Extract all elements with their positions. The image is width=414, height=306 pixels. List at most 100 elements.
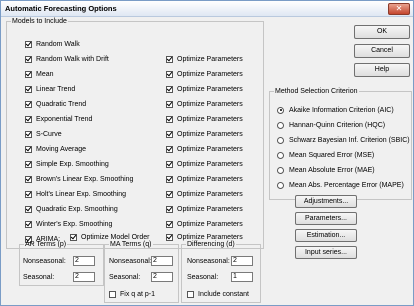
optimize-parameters-label: Optimize Parameters: [177, 160, 243, 168]
criterion-radio[interactable]: Mean Abs. Percentage Error (MAPE): [277, 180, 404, 190]
optimize-parameters-label: Optimize Parameters: [177, 55, 243, 63]
adjustments-button[interactable]: Adjustments...: [295, 195, 357, 208]
close-button[interactable]: ✕: [388, 3, 410, 15]
model-checkbox[interactable]: Quadratic Exp. Smoothing: [25, 204, 118, 214]
model-checkbox-box: [25, 70, 32, 78]
ar-nonseasonal-label: Nonseasonal:: [23, 258, 66, 265]
include-constant-checkbox[interactable]: Include constant: [187, 289, 249, 299]
optimize-parameters-label: Optimize Parameters: [177, 205, 243, 213]
input-series-button[interactable]: Input series...: [295, 246, 357, 259]
model-checkbox-box: [25, 40, 32, 48]
criterion-radio-dot: [277, 106, 284, 114]
optimize-parameters-box: [166, 130, 173, 138]
help-button[interactable]: Help: [354, 63, 410, 77]
ma-nonseasonal-input[interactable]: 2: [151, 256, 173, 266]
criterion-radio-dot: [277, 181, 284, 189]
model-label: Linear Trend: [36, 85, 76, 93]
ar-nonseasonal-input[interactable]: 2: [73, 256, 95, 266]
model-checkbox[interactable]: Moving Average: [25, 144, 86, 154]
criterion-radio[interactable]: Mean Squared Error (MSE): [277, 150, 374, 160]
optimize-parameters-checkbox[interactable]: Optimize Parameters: [166, 144, 243, 154]
include-constant-label: Include constant: [198, 290, 249, 298]
optimize-parameters-checkbox[interactable]: Optimize Parameters: [166, 159, 243, 169]
optimize-parameters-label: Optimize Parameters: [177, 70, 243, 78]
fix-q-checkbox[interactable]: Fix q at p-1: [109, 289, 155, 299]
optimize-parameters-checkbox[interactable]: Optimize Parameters: [166, 219, 243, 229]
criterion-radio[interactable]: Akaike Information Criterion (AIC): [277, 105, 394, 115]
optimize-parameters-box: [166, 100, 173, 108]
model-checkbox-box: [25, 55, 32, 63]
model-label: Winter's Exp. Smoothing: [36, 220, 113, 228]
model-checkbox[interactable]: Exponential Trend: [25, 114, 92, 124]
optimize-parameters-box: [166, 220, 173, 228]
ar-seasonal-input[interactable]: 2: [73, 272, 95, 282]
criterion-radio[interactable]: Mean Absolute Error (MAE): [277, 165, 375, 175]
model-checkbox[interactable]: Brown's Linear Exp. Smoothing: [25, 174, 133, 184]
optimize-parameters-box: [166, 145, 173, 153]
model-checkbox-box: [25, 160, 32, 168]
optimize-parameters-label: Optimize Parameters: [177, 175, 243, 183]
model-label: Random Walk with Drift: [36, 55, 109, 63]
model-checkbox-box: [25, 130, 32, 138]
diff-seasonal-input[interactable]: 1: [231, 272, 253, 282]
optimize-parameters-box: [166, 70, 173, 78]
model-checkbox[interactable]: Random Walk with Drift: [25, 54, 109, 64]
criterion-label: Mean Squared Error (MSE): [289, 151, 375, 159]
model-label: Quadratic Trend: [36, 100, 87, 108]
diff-nonseasonal-input[interactable]: 2: [231, 256, 253, 266]
ar-seasonal-label: Seasonal:: [23, 274, 55, 281]
optimize-parameters-checkbox[interactable]: Optimize Parameters: [166, 84, 243, 94]
optimize-parameters-checkbox[interactable]: Optimize Parameters: [166, 189, 243, 199]
optimize-parameters-checkbox[interactable]: Optimize Parameters: [166, 99, 243, 109]
model-checkbox[interactable]: S-Curve: [25, 129, 62, 139]
model-checkbox-box: [25, 100, 32, 108]
model-checkbox[interactable]: Winter's Exp. Smoothing: [25, 219, 112, 229]
fix-q-label: Fix q at p-1: [120, 290, 156, 298]
model-checkbox-box: [25, 175, 32, 183]
optimize-parameters-checkbox[interactable]: Optimize Parameters: [166, 129, 243, 139]
ar-terms-legend: AR Terms (p): [25, 241, 67, 248]
criterion-label: Mean Abs. Percentage Error (MAPE): [289, 181, 404, 189]
optimize-parameters-checkbox[interactable]: Optimize Parameters: [166, 69, 243, 79]
criterion-radio[interactable]: Hannan-Quinn Criterion (HQC): [277, 120, 385, 130]
optimize-parameters-box: [166, 175, 173, 183]
criterion-radio[interactable]: Schwarz Bayesian Inf. Criterion (SBIC): [277, 135, 410, 145]
criterion-label: Akaike Information Criterion (AIC): [289, 106, 394, 114]
model-checkbox[interactable]: Linear Trend: [25, 84, 75, 94]
model-label: Holt's Linear Exp. Smoothing: [36, 190, 127, 198]
ma-seasonal-input[interactable]: 2: [151, 272, 173, 282]
optimize-parameters-checkbox[interactable]: Optimize Parameters: [166, 204, 243, 214]
optimize-parameters-checkbox[interactable]: Optimize Parameters: [166, 114, 243, 124]
model-checkbox-box: [25, 85, 32, 93]
ok-button[interactable]: OK: [354, 25, 410, 39]
optimize-parameters-checkbox[interactable]: Optimize Parameters: [166, 54, 243, 64]
optimize-parameters-label: Optimize Parameters: [177, 190, 243, 198]
model-checkbox[interactable]: Mean: [25, 69, 54, 79]
model-label: Exponential Trend: [36, 115, 93, 123]
fix-q-box: [109, 290, 116, 298]
optimize-parameters-box: [166, 190, 173, 198]
model-checkbox-box: [25, 190, 32, 198]
model-checkbox[interactable]: Simple Exp. Smoothing: [25, 159, 109, 169]
criterion-label: Schwarz Bayesian Inf. Criterion (SBIC): [289, 136, 410, 144]
model-checkbox[interactable]: Random Walk: [25, 39, 80, 49]
include-constant-box: [187, 290, 194, 298]
window-title: Automatic Forecasting Options: [5, 4, 117, 13]
parameters-button[interactable]: Parameters...: [295, 212, 357, 225]
model-label: Quadratic Exp. Smoothing: [36, 205, 118, 213]
estimation-button[interactable]: Estimation...: [295, 229, 357, 242]
diff-nonseasonal-label: Nonseasonal:: [187, 258, 230, 265]
model-checkbox[interactable]: Holt's Linear Exp. Smoothing: [25, 189, 126, 199]
optimize-parameters-box: [166, 85, 173, 93]
models-legend: Models to Include: [12, 18, 67, 25]
model-checkbox-box: [25, 115, 32, 123]
optimize-parameters-checkbox[interactable]: Optimize Parameters: [166, 174, 243, 184]
diff-seasonal-label: Seasonal:: [187, 274, 219, 281]
optimize-parameters-label: Optimize Parameters: [177, 85, 243, 93]
cancel-button[interactable]: Cancel: [354, 44, 410, 58]
model-checkbox[interactable]: Quadratic Trend: [25, 99, 86, 109]
criterion-legend: Method Selection Criterion: [275, 88, 358, 95]
ma-nonseasonal-label: Nonseasonal:: [109, 258, 152, 265]
optimize-parameters-label: Optimize Parameters: [177, 100, 243, 108]
arima-optimize-parameters-label: Optimize Parameters: [177, 233, 243, 241]
